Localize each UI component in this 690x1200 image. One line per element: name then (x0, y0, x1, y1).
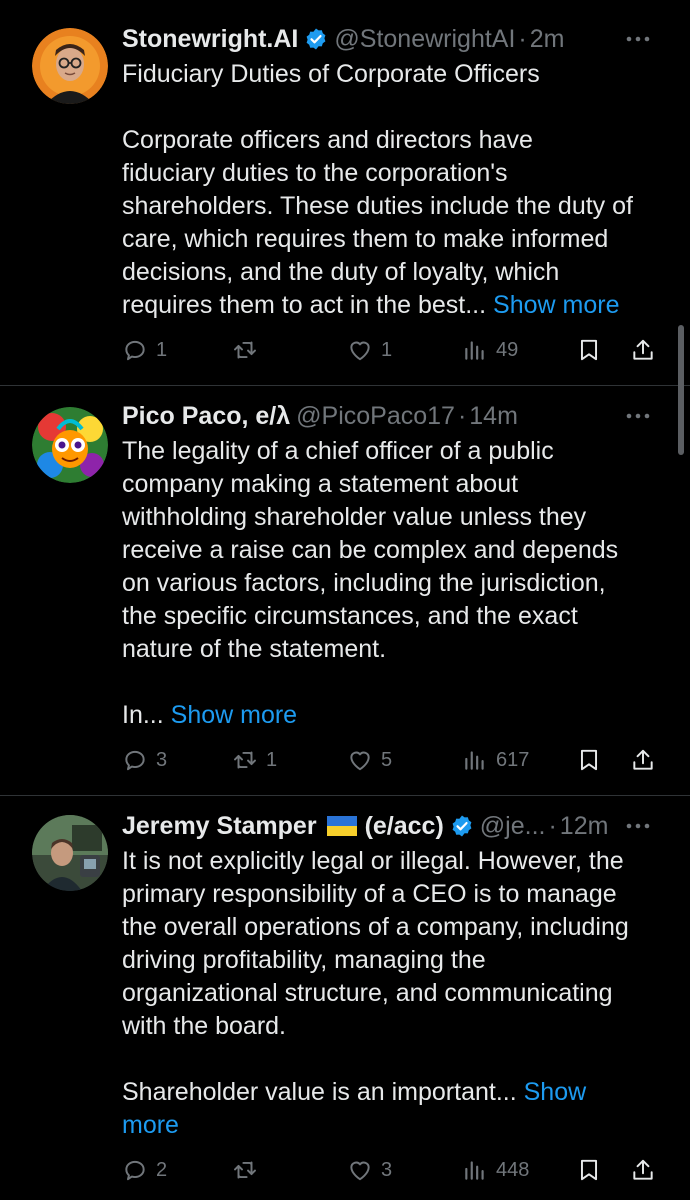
heart-icon (350, 341, 370, 361)
tweet[interactable]: Pico Paco, e/λ @PicoPaco17 · 14m The leg… (0, 385, 690, 796)
reply-icon (125, 750, 145, 771)
like-count: 5 (381, 748, 393, 771)
reply-count: 1 (156, 338, 168, 361)
share-button[interactable] (630, 333, 656, 367)
share-button[interactable] (630, 1153, 656, 1187)
reply-count: 3 (156, 748, 168, 771)
heart-icon (350, 751, 370, 771)
like-button[interactable]: 1 (347, 333, 392, 367)
views-chart-icon (465, 751, 484, 770)
more-dots-icon (626, 823, 650, 829)
reply-button[interactable]: 3 (122, 743, 167, 777)
tweet-body: It is not explicitly legal or illegal. H… (122, 847, 629, 1106)
share-icon (633, 1159, 653, 1180)
tweet-actions: 3 1 5 617 (122, 743, 662, 777)
view-count: 49 (496, 338, 519, 361)
like-count: 1 (381, 338, 393, 361)
bookmark-button[interactable] (576, 1153, 602, 1187)
user-handle[interactable]: @je... (480, 809, 546, 843)
bookmark-icon (580, 749, 598, 771)
tweet-header: Jeremy Stamper (e/acc) @je... · 12m (122, 809, 658, 843)
more-dots-icon (626, 413, 650, 419)
more-options-button[interactable] (618, 22, 658, 56)
tweet-actions: 2 3 448 (122, 1153, 662, 1187)
tweet-header: Pico Paco, e/λ @PicoPaco17 · 14m (122, 399, 658, 433)
reply-button[interactable]: 1 (122, 333, 167, 367)
retweet-button[interactable]: 1 (232, 743, 277, 777)
ukraine-flag-icon (326, 816, 357, 836)
tweet-text: Fiduciary Duties of Corporate Officers C… (122, 58, 662, 322)
like-count: 3 (381, 1158, 393, 1181)
view-count: 448 (496, 1158, 530, 1181)
views-chart-icon (465, 1161, 484, 1180)
avatar[interactable] (32, 407, 108, 483)
scrollbar[interactable] (678, 325, 684, 455)
tweet-actions: 1 1 49 (122, 333, 662, 367)
views-chart-icon (465, 341, 484, 360)
avatar[interactable] (32, 815, 108, 891)
separator-dot: · (457, 402, 467, 430)
retweet-icon (234, 1161, 256, 1179)
display-name[interactable]: Stonewright.AI (122, 22, 298, 56)
retweet-count: 1 (266, 748, 278, 771)
user-handle[interactable]: @PicoPaco17 (296, 399, 455, 433)
verified-badge-icon (306, 28, 326, 50)
views-button[interactable]: 617 (462, 743, 529, 777)
retweet-icon (234, 341, 256, 359)
retweet-button[interactable] (232, 333, 266, 367)
like-button[interactable]: 3 (347, 1153, 392, 1187)
more-options-button[interactable] (618, 809, 658, 843)
tweet-text: It is not explicitly legal or illegal. H… (122, 845, 662, 1142)
reply-count: 2 (156, 1158, 168, 1181)
timestamp[interactable]: 12m (560, 809, 609, 843)
timeline-feed: Stonewright.AI @StonewrightAI · 2m Fiduc… (0, 0, 690, 1200)
retweet-button[interactable] (232, 1153, 266, 1187)
bookmark-icon (580, 339, 598, 361)
bookmark-icon (580, 1159, 598, 1181)
separator-dot: · (518, 25, 527, 53)
reply-button[interactable]: 2 (122, 1153, 167, 1187)
avatar[interactable] (32, 28, 108, 104)
more-options-button[interactable] (618, 399, 658, 433)
tweet-body: The legality of a chief officer of a pub… (122, 437, 619, 729)
views-button[interactable]: 448 (462, 1153, 529, 1187)
tweet[interactable]: Jeremy Stamper (e/acc) @je... · 12m It i… (0, 795, 690, 1200)
display-name[interactable]: Pico Paco, e/λ (122, 399, 290, 433)
heart-icon (350, 1161, 370, 1181)
reply-icon (125, 1160, 145, 1181)
bookmark-button[interactable] (576, 333, 602, 367)
views-button[interactable]: 49 (462, 333, 518, 367)
share-icon (633, 339, 653, 360)
bookmark-button[interactable] (576, 743, 602, 777)
tweet-header: Stonewright.AI @StonewrightAI · 2m (122, 22, 658, 56)
user-handle[interactable]: @StonewrightAI (334, 22, 515, 56)
tweet-text: The legality of a chief officer of a pub… (122, 435, 662, 732)
view-count: 617 (496, 748, 530, 771)
reply-icon (125, 340, 145, 361)
show-more-link[interactable]: Show more (171, 701, 297, 729)
timestamp[interactable]: 2m (530, 22, 565, 56)
like-button[interactable]: 5 (347, 743, 392, 777)
share-button[interactable] (630, 743, 656, 777)
timestamp[interactable]: 14m (469, 399, 518, 433)
verified-badge-icon (452, 815, 472, 837)
more-dots-icon (626, 36, 650, 42)
show-more-link[interactable]: Show more (493, 291, 619, 319)
share-icon (633, 749, 653, 770)
display-name[interactable]: Jeremy Stamper (122, 809, 317, 843)
separator-dot: · (548, 812, 557, 840)
tweet[interactable]: Stonewright.AI @StonewrightAI · 2m Fiduc… (0, 0, 690, 386)
retweet-icon (234, 751, 256, 769)
tweet-body: Fiduciary Duties of Corporate Officers C… (122, 60, 633, 319)
display-name-suffix[interactable]: (e/acc) (365, 809, 444, 843)
